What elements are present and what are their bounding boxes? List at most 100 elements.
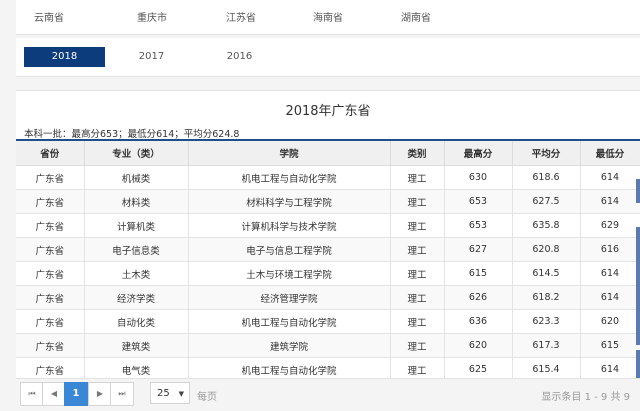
table-header-row: 省份 专业（类） 学院 类别 最高分 平均分 最低分 (16, 141, 640, 166)
cell-major: 电子信息类 (84, 237, 189, 262)
cell-category: 理工 (390, 285, 445, 310)
table-row: 广东省 经济学类 经济管理学院 理工 626 618.2 614 (16, 285, 640, 310)
cell-max: 627 (444, 237, 513, 262)
cell-province: 广东省 (16, 165, 85, 190)
col-header-college[interactable]: 学院 (188, 141, 391, 166)
cell-college: 计算机科学与技术学院 (188, 213, 391, 238)
cell-avg: 623.3 (512, 309, 581, 334)
cell-max: 653 (444, 189, 513, 214)
cell-avg: 627.5 (512, 189, 581, 214)
cell-min: 614 (580, 261, 640, 286)
table-row: 广东省 电子信息类 电子与信息工程学院 理工 627 620.8 616 (16, 237, 640, 262)
table-row: 广东省 土木类 土木与环境工程学院 理工 615 614.5 614 (16, 261, 640, 286)
cell-college: 电子与信息工程学院 (188, 237, 391, 262)
first-page-button[interactable]: ⏮ (20, 382, 44, 406)
cell-max: 653 (444, 213, 513, 238)
col-header-avg[interactable]: 平均分 (512, 141, 581, 166)
cell-max: 620 (444, 333, 513, 358)
col-header-min[interactable]: 最低分 (580, 141, 640, 166)
caret-down-icon: ▼ (178, 390, 184, 398)
scroll-marker (636, 227, 640, 345)
next-page-button[interactable]: ▶ (88, 382, 112, 406)
cell-min: 629 (580, 213, 640, 238)
cell-min: 620 (580, 309, 640, 334)
cell-province: 广东省 (16, 309, 85, 334)
cell-province: 广东省 (16, 261, 85, 286)
cell-category: 理工 (390, 165, 445, 190)
cell-avg: 635.8 (512, 213, 581, 238)
cell-avg: 620.8 (512, 237, 581, 262)
cell-province: 广东省 (16, 189, 85, 214)
pagination-info: 显示条目 1 - 9 共 9 (541, 392, 630, 403)
cell-college: 机电工程与自动化学院 (188, 165, 391, 190)
score-summary: 本科一批：最高分653；最低分614；平均分624.8 (24, 129, 240, 140)
page-size-value: 25 (157, 388, 170, 399)
cell-college: 建筑学院 (188, 333, 391, 358)
cell-min: 616 (580, 237, 640, 262)
cell-province: 广东省 (16, 237, 85, 262)
col-header-category[interactable]: 类别 (390, 141, 445, 166)
province-link[interactable]: 海南省 (313, 9, 343, 24)
cell-max: 615 (444, 261, 513, 286)
cell-major: 自动化类 (84, 309, 189, 334)
cell-min: 614 (580, 189, 640, 214)
year-tabs: 2018 2017 2016 (16, 38, 640, 77)
cell-province: 广东省 (16, 213, 85, 238)
scores-panel: 2018年广东省 本科一批：最高分653；最低分614；平均分624.8 省份 … (16, 90, 640, 411)
cell-max: 636 (444, 309, 513, 334)
col-header-major[interactable]: 专业（类） (84, 141, 189, 166)
prev-page-button[interactable]: ◀ (42, 382, 66, 406)
cell-college: 机电工程与自动化学院 (188, 309, 391, 334)
cell-min: 615 (580, 333, 640, 358)
cell-avg: 618.2 (512, 285, 581, 310)
page-size-select[interactable]: 25 ▼ (150, 382, 190, 404)
table-row: 广东省 自动化类 机电工程与自动化学院 理工 636 623.3 620 (16, 309, 640, 334)
cell-category: 理工 (390, 261, 445, 286)
cell-avg: 618.6 (512, 165, 581, 190)
cell-province: 广东省 (16, 285, 85, 310)
cell-category: 理工 (390, 189, 445, 214)
cell-category: 理工 (390, 213, 445, 238)
cell-province: 广东省 (16, 333, 85, 358)
cell-category: 理工 (390, 237, 445, 262)
province-link[interactable]: 江苏省 (226, 9, 256, 24)
scores-table: 省份 专业（类） 学院 类别 最高分 平均分 最低分 广东省 机械类 机电工程与自动… (16, 141, 640, 382)
cell-major: 材料类 (84, 189, 189, 214)
tab-year-2017[interactable]: 2017 (111, 47, 192, 67)
cell-college: 经济管理学院 (188, 285, 391, 310)
province-link[interactable]: 重庆市 (137, 9, 167, 24)
col-header-max[interactable]: 最高分 (444, 141, 513, 166)
cell-min: 614 (580, 285, 640, 310)
cell-category: 理工 (390, 309, 445, 334)
cell-avg: 617.3 (512, 333, 581, 358)
table-row: 广东省 材料类 材料科学与工程学院 理工 653 627.5 614 (16, 189, 640, 214)
cell-major: 机械类 (84, 165, 189, 190)
cell-college: 材料科学与工程学院 (188, 189, 391, 214)
table-row: 广东省 计算机类 计算机科学与技术学院 理工 653 635.8 629 (16, 213, 640, 238)
cell-avg: 614.5 (512, 261, 581, 286)
tab-year-2016[interactable]: 2016 (199, 47, 280, 67)
col-header-province[interactable]: 省份 (16, 141, 85, 166)
table-row: 广东省 机械类 机电工程与自动化学院 理工 630 618.6 614 (16, 165, 640, 190)
cell-major: 计算机类 (84, 213, 189, 238)
cell-max: 626 (444, 285, 513, 310)
cell-max: 630 (444, 165, 513, 190)
table-row: 广东省 建筑类 建筑学院 理工 620 617.3 615 (16, 333, 640, 358)
page-button-current[interactable]: 1 (64, 382, 88, 406)
cell-category: 理工 (390, 333, 445, 358)
province-link[interactable]: 湖南省 (401, 9, 431, 24)
scroll-marker (636, 350, 640, 378)
pagination: ⏮ ◀ 1 ▶ ⏭ 25 ▼ 每页 显示条目 1 - 9 共 9 (16, 378, 640, 411)
cell-min: 614 (580, 165, 640, 190)
cell-major: 经济学类 (84, 285, 189, 310)
scroll-marker (636, 179, 640, 203)
per-page-label: 每页 (197, 392, 217, 403)
cell-major: 建筑类 (84, 333, 189, 358)
cell-major: 土木类 (84, 261, 189, 286)
scores-table-wrapper: 省份 专业（类） 学院 类别 最高分 平均分 最低分 广东省 机械类 机电工程与自动… (16, 139, 640, 382)
province-link[interactable]: 云南省 (34, 9, 64, 24)
last-page-button[interactable]: ⏭ (110, 382, 134, 406)
tab-year-2018[interactable]: 2018 (24, 47, 105, 67)
cell-college: 土木与环境工程学院 (188, 261, 391, 286)
province-bar: 云南省 重庆市 江苏省 海南省 湖南省 (16, 0, 640, 35)
